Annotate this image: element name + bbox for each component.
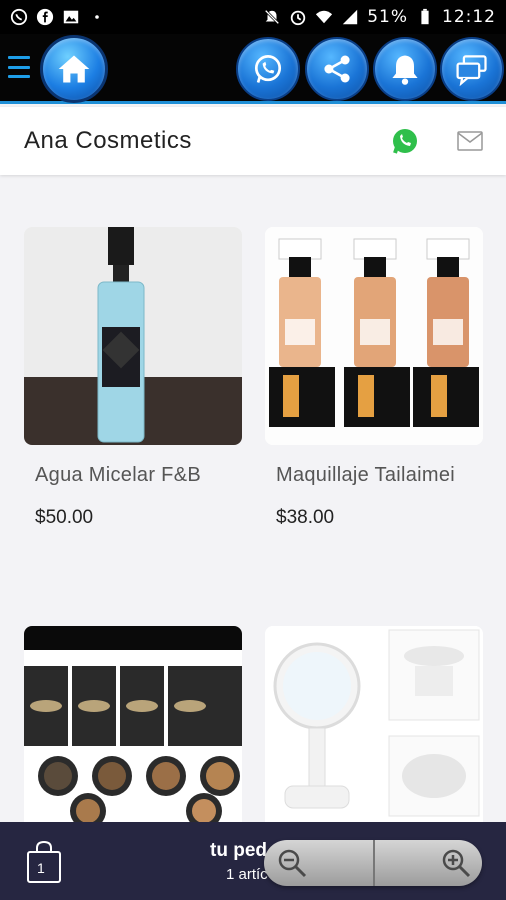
product-image[interactable] <box>265 626 483 844</box>
dot-icon <box>88 8 106 26</box>
home-icon <box>58 55 90 83</box>
mute-icon <box>263 8 281 26</box>
product-card[interactable]: Agua Micelar F&B $50.00 <box>24 227 242 529</box>
zoom-control[interactable] <box>264 840 482 886</box>
product-image[interactable] <box>265 227 483 445</box>
zoom-in-icon <box>442 849 471 878</box>
battery-icon <box>416 8 434 26</box>
home-button[interactable] <box>40 35 108 103</box>
whatsapp-icon <box>254 55 282 83</box>
bell-icon <box>392 55 418 85</box>
title-bar: Ana Cosmetics <box>0 107 506 175</box>
mail-icon[interactable] <box>457 131 483 151</box>
chat-icon <box>456 55 487 87</box>
bag-count: 1 <box>37 860 45 876</box>
facebook-icon <box>36 8 54 26</box>
product-price: $50.00 <box>35 507 94 528</box>
zoom-out-icon <box>278 849 307 878</box>
order-count: 1 artíc <box>226 866 268 883</box>
product-name[interactable]: Agua Micelar F&B <box>24 459 242 491</box>
whatsapp-contact-icon[interactable] <box>391 127 419 155</box>
product-image[interactable] <box>24 626 242 844</box>
product-card[interactable]: Maquillaje Tailaimei $38.00 <box>265 227 483 529</box>
notifications-button[interactable] <box>373 37 437 101</box>
share-button[interactable] <box>305 37 369 101</box>
image-icon <box>62 8 80 26</box>
menu-icon[interactable] <box>8 56 30 78</box>
signal-icon <box>341 8 359 26</box>
whatsapp-button[interactable] <box>236 37 300 101</box>
status-left <box>10 8 106 26</box>
zoom-in-button[interactable] <box>373 840 482 886</box>
alarm-icon <box>289 8 307 26</box>
app-bar <box>0 34 506 104</box>
zoom-out-button[interactable] <box>264 840 373 886</box>
product-name[interactable]: Maquillaje Tailaimei <box>265 459 483 491</box>
clock: 12:12 <box>442 7 496 27</box>
chat-button[interactable] <box>440 37 504 101</box>
status-bar: 51% 12:12 <box>0 0 506 34</box>
share-icon <box>324 55 350 83</box>
store-name: Ana Cosmetics <box>24 127 192 154</box>
order-title: tu ped <box>210 840 267 861</box>
product-image[interactable] <box>24 227 242 445</box>
whatsapp-status-icon <box>10 8 28 26</box>
battery-percent: 51% <box>367 7 408 27</box>
product-price: $38.00 <box>276 507 335 528</box>
status-right: 51% 12:12 <box>263 7 496 27</box>
wifi-icon <box>315 8 333 26</box>
